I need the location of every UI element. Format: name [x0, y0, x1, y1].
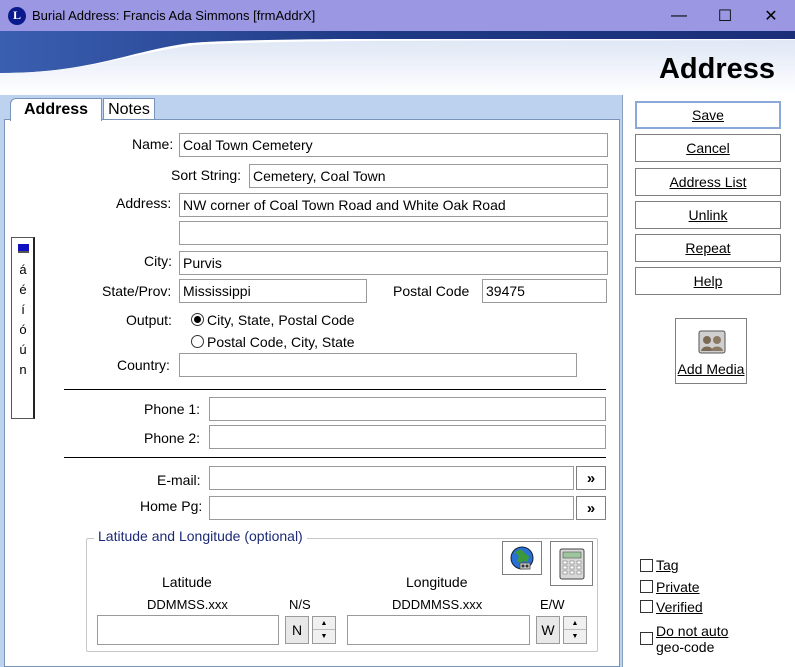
- tab-notes[interactable]: Notes: [103, 98, 155, 120]
- tag-label[interactable]: Tag: [656, 557, 679, 573]
- homepage-field[interactable]: [209, 496, 574, 520]
- accent-char-n[interactable]: n: [12, 362, 34, 377]
- ew-value[interactable]: W: [536, 616, 560, 644]
- accent-char-o[interactable]: ó: [12, 322, 34, 337]
- state-label: State/Prov:: [102, 283, 172, 299]
- output-option-1-label: City, State, Postal Code: [207, 312, 355, 328]
- longitude-field[interactable]: [347, 615, 530, 645]
- accent-char-e[interactable]: é: [12, 282, 34, 297]
- latitude-format-label: DDMMSS.xxx: [147, 597, 228, 612]
- maximize-button[interactable]: ☐: [702, 0, 748, 31]
- action-panel: Save Cancel Address List Unlink Repeat H…: [622, 95, 795, 667]
- homepage-go-button[interactable]: »: [576, 496, 606, 520]
- sort-string-field[interactable]: Cemetery, Coal Town: [249, 164, 608, 188]
- latitude-label: Latitude: [162, 574, 212, 590]
- ns-label: N/S: [289, 597, 311, 612]
- repeat-button[interactable]: Repeat: [635, 234, 781, 262]
- spin-down-icon[interactable]: ▼: [313, 630, 335, 643]
- name-field[interactable]: Coal Town Cemetery: [179, 133, 608, 157]
- page-title: Address: [658, 53, 775, 85]
- state-field[interactable]: Mississippi: [179, 279, 367, 303]
- sort-string-label: Sort String:: [171, 167, 242, 183]
- email-field[interactable]: [209, 466, 574, 490]
- email-label: E-mail:: [157, 472, 201, 488]
- longitude-format-label: DDDMMSS.xxx: [392, 597, 483, 612]
- spin-down-icon[interactable]: ▼: [564, 630, 586, 643]
- phone2-label: Phone 2:: [144, 430, 201, 446]
- calculator-button[interactable]: [550, 541, 593, 586]
- no-auto-geocode-label-line1[interactable]: Do not auto: [656, 623, 728, 639]
- globe-icon: [510, 546, 534, 570]
- app-logo-icon: L: [8, 6, 26, 25]
- help-button[interactable]: Help: [635, 267, 781, 295]
- city-field[interactable]: Purvis: [179, 251, 608, 275]
- address-label: Address:: [116, 195, 172, 211]
- output-radio-postal-city-state[interactable]: [191, 335, 204, 348]
- unlink-button[interactable]: Unlink: [635, 201, 781, 229]
- address-line2-field[interactable]: [179, 221, 608, 245]
- email-go-button[interactable]: »: [576, 466, 606, 490]
- output-radio-city-state-postal[interactable]: [191, 313, 204, 326]
- save-button[interactable]: Save: [635, 101, 781, 129]
- homepage-label: Home Pg:: [140, 498, 203, 514]
- latlong-group-title: Latitude and Longitude (optional): [94, 528, 307, 544]
- accent-char-u[interactable]: ú: [12, 342, 34, 357]
- phone1-field[interactable]: [209, 397, 606, 421]
- postal-code-field[interactable]: 39475: [482, 279, 607, 303]
- cancel-button[interactable]: Cancel: [635, 134, 781, 162]
- globe-lookup-button[interactable]: [502, 541, 542, 575]
- address-line1-field[interactable]: NW corner of Coal Town Road and White Oa…: [179, 193, 608, 217]
- country-field[interactable]: [179, 353, 577, 377]
- window-titlebar: L Burial Address: Francis Ada Simmons [f…: [0, 0, 795, 31]
- spin-up-icon[interactable]: ▲: [313, 617, 335, 630]
- close-button[interactable]: ✕: [748, 0, 794, 31]
- phone2-field[interactable]: [209, 425, 606, 449]
- phone1-label: Phone 1:: [144, 401, 201, 417]
- minimize-button[interactable]: —: [656, 0, 702, 31]
- accent-characters-tab[interactable]: á é í ó ú n: [11, 237, 35, 419]
- postal-code-label: Postal Code: [393, 283, 470, 299]
- add-media-label: Add Media: [677, 361, 745, 377]
- private-checkbox[interactable]: [640, 580, 653, 593]
- private-label[interactable]: Private: [656, 579, 700, 595]
- address-list-button[interactable]: Address List: [635, 168, 781, 196]
- tab-address[interactable]: Address: [10, 98, 102, 121]
- verified-checkbox[interactable]: [640, 600, 653, 613]
- name-label: Name:: [132, 136, 174, 152]
- country-label: Country:: [117, 357, 170, 373]
- city-label: City:: [144, 253, 172, 269]
- no-auto-geocode-label-line2[interactable]: geo-code: [656, 639, 714, 655]
- ew-label: E/W: [540, 597, 565, 612]
- output-option-2-label: Postal Code, City, State: [207, 334, 355, 350]
- window-title: Burial Address: Francis Ada Simmons [frm…: [32, 8, 316, 23]
- divider: [64, 457, 606, 458]
- accent-char-i[interactable]: í: [12, 302, 34, 317]
- no-auto-geocode-checkbox[interactable]: [640, 632, 653, 645]
- tag-checkbox[interactable]: [640, 559, 653, 572]
- media-photos-icon: [698, 330, 726, 354]
- add-media-button[interactable]: Add Media: [675, 318, 747, 384]
- divider: [64, 389, 606, 390]
- spin-up-icon[interactable]: ▲: [564, 617, 586, 630]
- output-label: Output:: [126, 312, 172, 328]
- ns-value[interactable]: N: [285, 616, 309, 644]
- flag-icon: [18, 244, 29, 253]
- header-banner: Address: [0, 31, 795, 95]
- calculator-icon: [559, 548, 584, 579]
- ew-spinner[interactable]: ▲ ▼: [563, 616, 587, 644]
- verified-label[interactable]: Verified: [656, 599, 703, 615]
- longitude-label: Longitude: [406, 574, 468, 590]
- accent-char-a[interactable]: á: [12, 262, 34, 277]
- ns-spinner[interactable]: ▲ ▼: [312, 616, 336, 644]
- latitude-field[interactable]: [97, 615, 279, 645]
